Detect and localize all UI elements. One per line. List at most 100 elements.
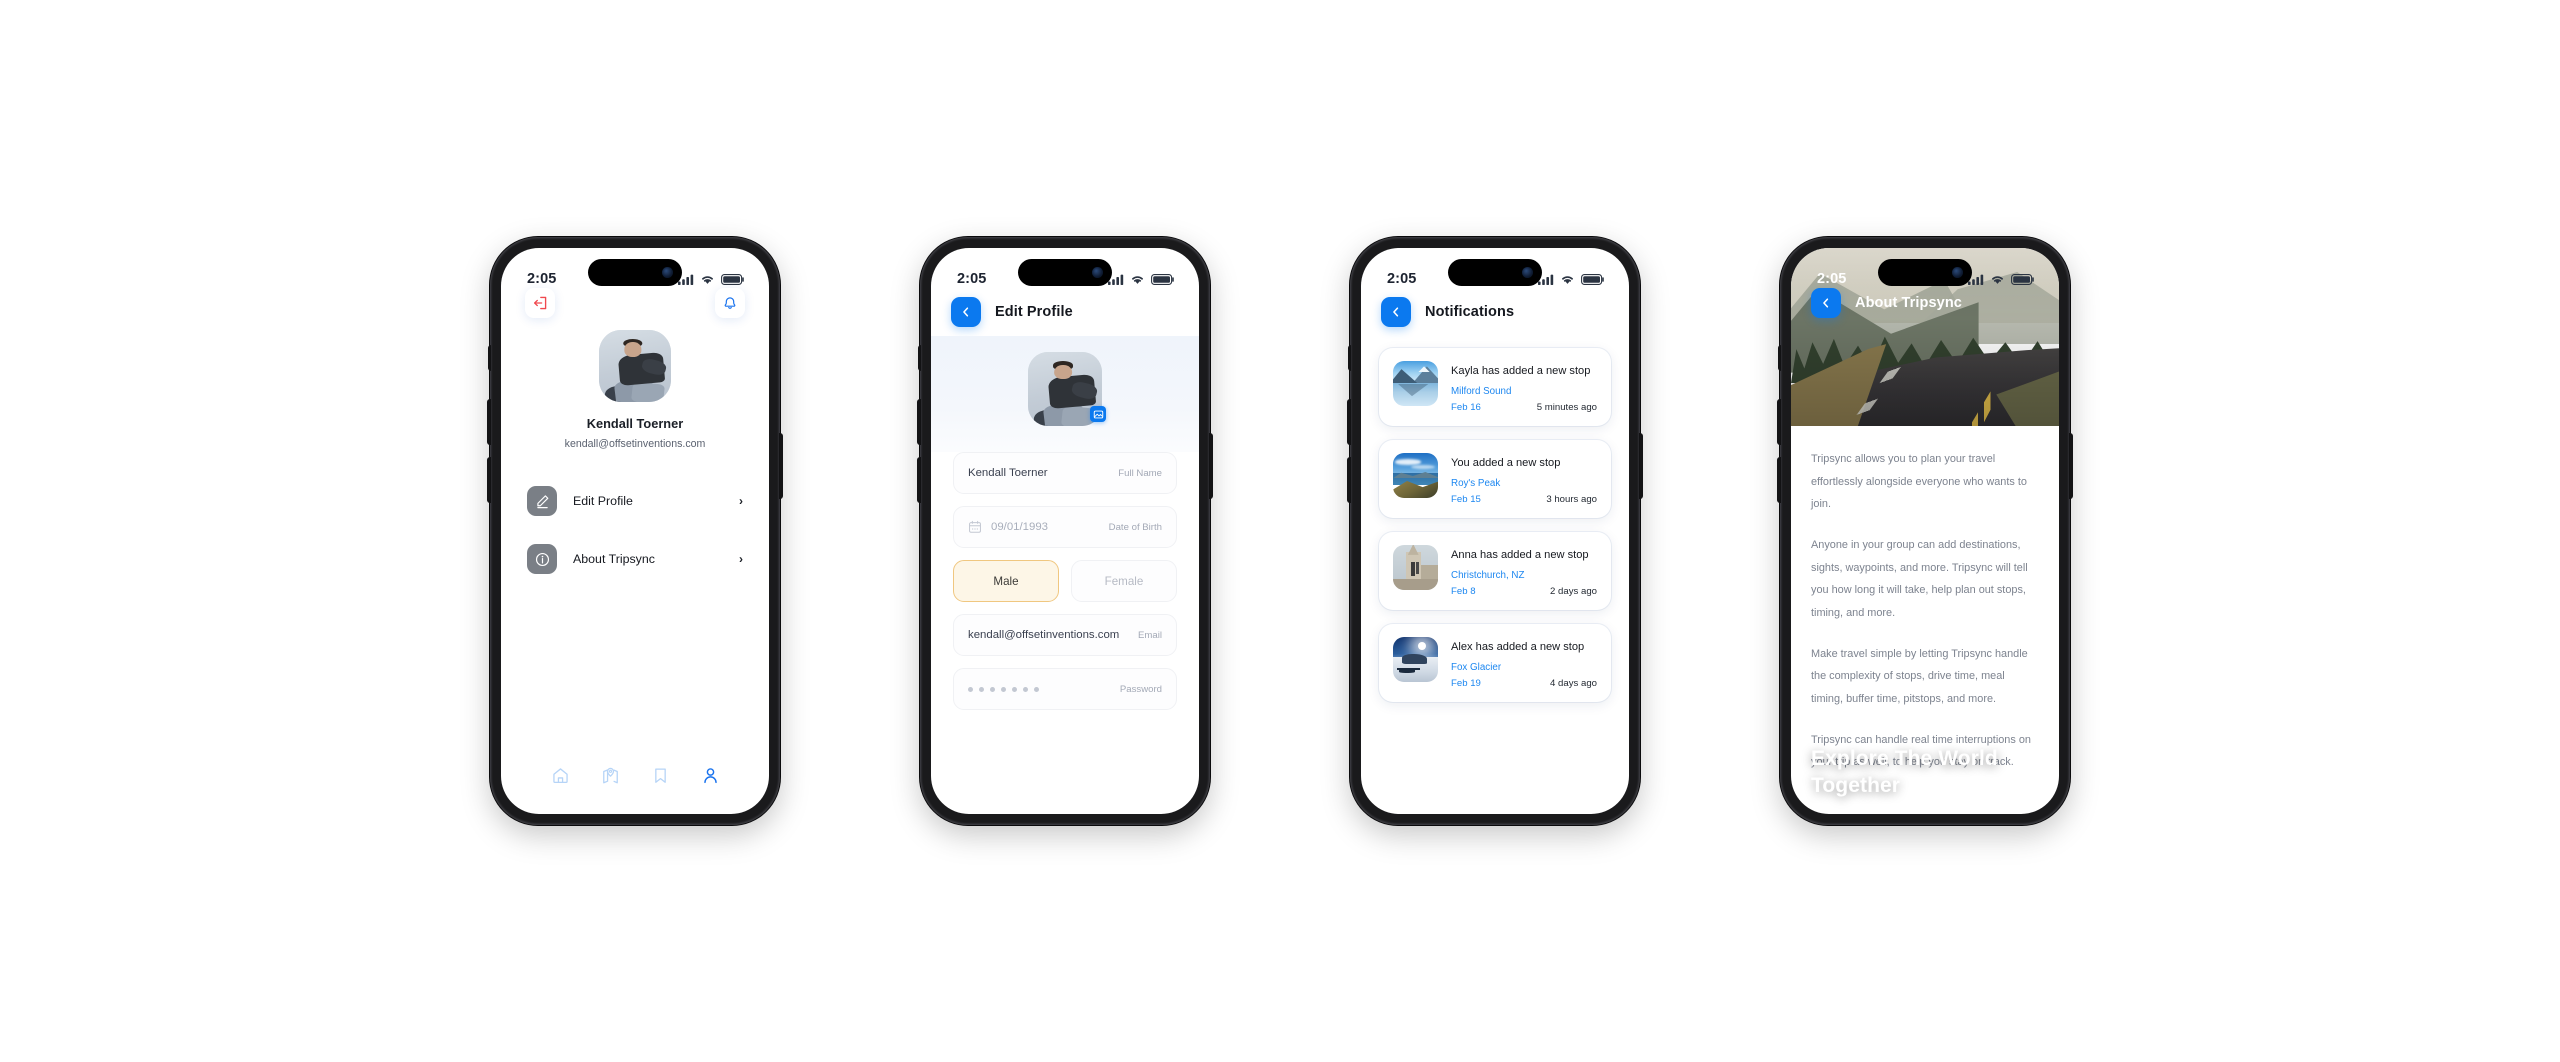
email-value: kendall@offsetinventions.com bbox=[968, 629, 1120, 641]
status-icons bbox=[678, 273, 745, 285]
page-title: Edit Profile bbox=[995, 304, 1073, 320]
notification-time-ago: 5 minutes ago bbox=[1536, 402, 1597, 413]
power-button bbox=[779, 433, 783, 499]
volume-up-button bbox=[487, 399, 491, 445]
notification-place: Fox Glacier bbox=[1451, 662, 1502, 673]
roys-peak-thumbnail bbox=[1393, 453, 1438, 498]
chevron-left-icon bbox=[963, 307, 969, 317]
wifi-icon bbox=[702, 275, 713, 284]
dynamic-island bbox=[588, 259, 682, 286]
notification-footer: Feb 16 5 minutes ago bbox=[1451, 402, 1597, 413]
status-time: 2:05 bbox=[957, 271, 987, 287]
notification-item[interactable]: Alex has added a new stop Fox Glacier Fe… bbox=[1379, 624, 1611, 702]
notification-body: Kayla has added a new stop Milford Sound… bbox=[1451, 361, 1597, 413]
notification-time-ago: 4 days ago bbox=[1550, 678, 1597, 689]
notification-place: Christchurch, NZ bbox=[1451, 570, 1525, 581]
map-pin-icon bbox=[602, 767, 618, 783]
about-paragraph: Make travel simple by letting Tripsync h… bbox=[1811, 647, 2028, 706]
power-button bbox=[2069, 433, 2073, 499]
tab-explore[interactable] bbox=[593, 758, 627, 792]
fox-glacier-thumbnail bbox=[1393, 637, 1438, 682]
phone-notifications: 2:05 Notifications Kayla has added a new… bbox=[1347, 237, 1643, 825]
tab-saved[interactable] bbox=[643, 758, 677, 792]
image-edit-icon[interactable] bbox=[1090, 406, 1106, 422]
menu-item-about-tripsync[interactable]: About Tripsync › bbox=[525, 538, 745, 580]
password-label: Password bbox=[1119, 683, 1162, 695]
notification-item[interactable]: Anna has added a new stop Christchurch, … bbox=[1379, 532, 1611, 610]
christchurch-thumbnail bbox=[1393, 545, 1438, 590]
silent-switch bbox=[1348, 345, 1351, 371]
bell-icon bbox=[724, 297, 736, 309]
notification-body: Anna has added a new stop Christchurch, … bbox=[1451, 545, 1597, 597]
notification-item[interactable]: Kayla has added a new stop Milford Sound… bbox=[1379, 348, 1611, 426]
date-of-birth-value: 09/01/1993 bbox=[991, 521, 1049, 533]
menu-item-label: About Tripsync bbox=[573, 552, 655, 566]
screen-notifications: 2:05 Notifications Kayla has added a new… bbox=[1361, 248, 1629, 814]
dynamic-island bbox=[1878, 259, 1972, 286]
edit-avatar-section bbox=[931, 336, 1199, 452]
phone-profile: 2:05 Kendall Toerner kendall@offsetinven… bbox=[487, 237, 783, 825]
date-of-birth-label: Date of Birth bbox=[1108, 521, 1162, 533]
logout-icon bbox=[533, 296, 547, 310]
page-title: Notifications bbox=[1425, 304, 1515, 320]
power-button bbox=[1209, 433, 1213, 499]
battery-icon bbox=[1581, 273, 1604, 285]
dynamic-island bbox=[1448, 259, 1542, 286]
status-time: 2:05 bbox=[527, 271, 557, 287]
notification-list: Kayla has added a new stop Milford Sound… bbox=[1361, 336, 1629, 702]
tab-home[interactable] bbox=[543, 758, 577, 792]
profile-name: Kendall Toerner bbox=[586, 416, 684, 431]
avatar bbox=[599, 330, 671, 402]
status-icons bbox=[1108, 273, 1175, 285]
notification-title: Alex has added a new stop bbox=[1451, 641, 1585, 653]
phone-mockup-stage: 2:05 Kendall Toerner kendall@offsetinven… bbox=[0, 0, 2560, 1062]
notifications-app: Notifications Kayla has added a new stop… bbox=[1361, 248, 1629, 814]
menu-item-edit-profile[interactable]: Edit Profile › bbox=[525, 480, 745, 522]
password-field[interactable]: Password bbox=[953, 668, 1177, 710]
notification-title: Kayla has added a new stop bbox=[1451, 365, 1591, 377]
gender-option-male[interactable]: Male bbox=[953, 560, 1059, 602]
tab-profile[interactable] bbox=[693, 758, 727, 792]
volume-down-button bbox=[487, 457, 491, 503]
gender-selector: Male Female bbox=[953, 560, 1177, 602]
dynamic-island bbox=[1018, 259, 1112, 286]
date-of-birth-field[interactable]: 09/01/1993 Date of Birth bbox=[953, 506, 1177, 548]
profile-photo bbox=[599, 330, 671, 402]
gender-option-female[interactable]: Female bbox=[1071, 560, 1177, 602]
volume-down-button bbox=[917, 457, 921, 503]
home-icon bbox=[552, 767, 568, 783]
back-button[interactable] bbox=[951, 297, 981, 327]
back-button[interactable] bbox=[1381, 297, 1411, 327]
about-heading: Explore The World Together bbox=[1811, 746, 1998, 798]
notification-place: Milford Sound bbox=[1451, 386, 1512, 397]
notification-date: Feb 19 bbox=[1451, 678, 1481, 689]
page-title: About Tripsync bbox=[1855, 295, 1962, 311]
email-field[interactable]: kendall@offsetinventions.com Email bbox=[953, 614, 1177, 656]
notification-body: You added a new stop Roy's Peak Feb 15 3… bbox=[1451, 453, 1597, 505]
avatar[interactable] bbox=[1028, 352, 1106, 426]
wifi-icon bbox=[1132, 275, 1143, 284]
full-name-field[interactable]: Kendall Toerner Full Name bbox=[953, 452, 1177, 494]
edit-profile-form: Kendall Toerner Full Name 09/01/1993 Dat… bbox=[931, 452, 1199, 710]
status-icons bbox=[1968, 273, 2035, 285]
notification-time-ago: 2 days ago bbox=[1550, 586, 1597, 597]
chevron-right-icon: › bbox=[739, 552, 743, 566]
notification-time-ago: 3 hours ago bbox=[1546, 494, 1597, 505]
notification-place: Roy's Peak bbox=[1451, 478, 1501, 489]
notification-date: Feb 8 bbox=[1451, 586, 1476, 597]
front-camera-icon bbox=[1522, 267, 1533, 278]
notification-date: Feb 16 bbox=[1451, 402, 1481, 413]
battery-icon bbox=[1151, 273, 1174, 285]
person-icon bbox=[703, 767, 717, 783]
screen-edit-profile: 2:05 Edit Profile Kendall Toerner Full N… bbox=[931, 248, 1199, 814]
profile-email: kendall@offsetinventions.com bbox=[564, 438, 706, 450]
milford-sound-thumbnail bbox=[1393, 361, 1438, 406]
silent-switch bbox=[918, 345, 921, 371]
calendar-icon bbox=[968, 520, 982, 534]
chevron-left-icon bbox=[1393, 307, 1399, 317]
notification-item[interactable]: You added a new stop Roy's Peak Feb 15 3… bbox=[1379, 440, 1611, 518]
screen-profile: 2:05 Kendall Toerner kendall@offsetinven… bbox=[501, 248, 769, 814]
full-name-label: Full Name bbox=[1118, 467, 1162, 479]
full-name-value: Kendall Toerner bbox=[968, 467, 1048, 479]
wifi-icon bbox=[1562, 275, 1573, 284]
